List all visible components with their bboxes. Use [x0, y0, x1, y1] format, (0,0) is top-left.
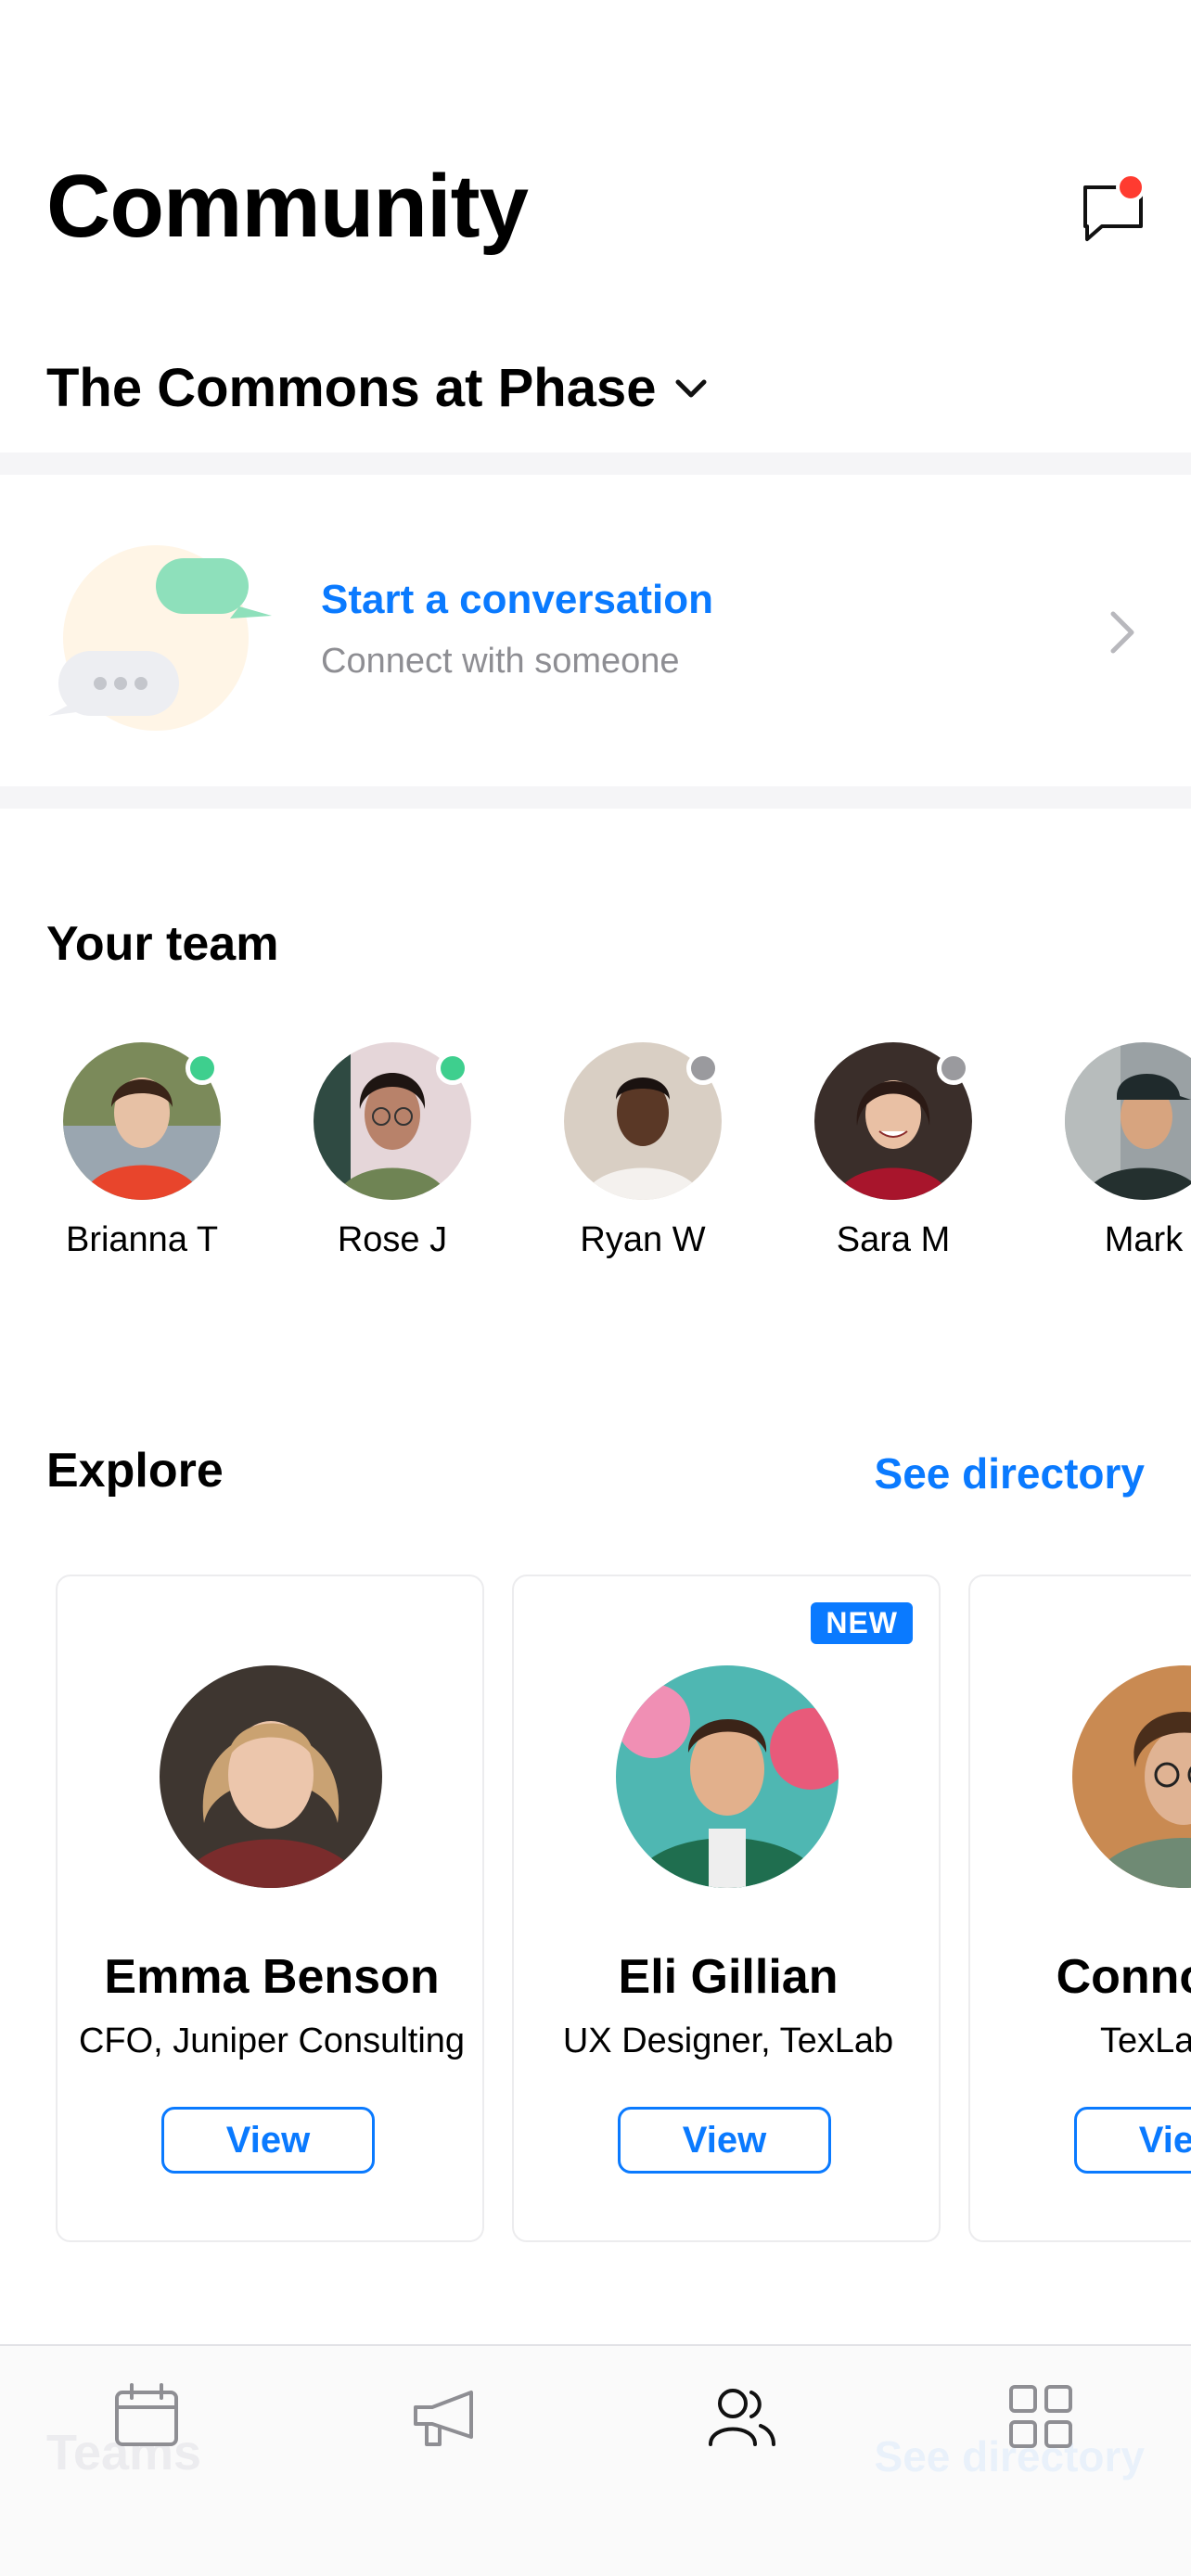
card-name: Eli Gillian: [618, 1950, 839, 2004]
explore-carousel: Emma Benson CFO, Juniper Consulting View…: [56, 1575, 1191, 2242]
profile-card[interactable]: NEW Eli Gillian UX Designer, TexLab View: [512, 1575, 941, 2242]
member-name: Mark: [1104, 1220, 1184, 1259]
member-name: Ryan W: [580, 1220, 706, 1259]
chat-bubbles-icon: [48, 545, 272, 731]
see-directory-link[interactable]: See directory: [875, 1448, 1145, 1498]
status-online-dot: [436, 1052, 469, 1085]
new-badge: NEW: [811, 1602, 913, 1644]
avatar: [1065, 1042, 1191, 1200]
bottom-tab-bar: Teams See directory: [0, 2344, 1191, 2576]
view-profile-button[interactable]: View: [161, 2107, 375, 2174]
section-divider: [0, 453, 1191, 475]
team-member[interactable]: Mark: [1065, 1042, 1191, 1274]
view-profile-button[interactable]: View: [1074, 2107, 1191, 2174]
team-section-title: Your team: [46, 917, 279, 971]
chevron-right-icon[interactable]: [1106, 606, 1139, 658]
card-name: Connor D: [1056, 1950, 1191, 2004]
card-name: Emma Benson: [104, 1950, 440, 2004]
section-divider: [0, 786, 1191, 809]
community-screen: Community The Commons at Phase Start a c…: [0, 0, 1191, 2576]
profile-card[interactable]: Connor D TexLab View: [968, 1575, 1191, 2242]
view-profile-button[interactable]: View: [618, 2107, 831, 2174]
start-conversation-card[interactable]: Start a conversation Connect with someon…: [0, 475, 1191, 786]
explore-section-title: Explore: [46, 1444, 224, 1498]
member-name: Sara M: [836, 1220, 951, 1259]
member-name: Brianna T: [65, 1220, 219, 1259]
avatar: [160, 1665, 382, 1888]
conversation-subtitle: Connect with someone: [321, 642, 680, 681]
card-role: UX Designer, TexLab: [562, 2021, 894, 2060]
people-icon[interactable]: [705, 2379, 779, 2454]
grid-icon[interactable]: [1004, 2379, 1078, 2454]
profile-card[interactable]: Emma Benson CFO, Juniper Consulting View: [56, 1575, 484, 2242]
avatar: [616, 1665, 839, 1888]
card-role: TexLab: [1100, 2021, 1191, 2060]
status-offline-dot: [937, 1052, 970, 1085]
avatar: [1072, 1665, 1191, 1888]
calendar-icon[interactable]: [109, 2379, 184, 2454]
card-role: CFO, Juniper Consulting: [78, 2021, 466, 2060]
conversation-title: Start a conversation: [321, 577, 714, 622]
notification-dot: [1116, 172, 1146, 202]
community-name: The Commons at Phase: [46, 358, 657, 418]
megaphone-icon[interactable]: [408, 2379, 482, 2454]
status-offline-dot: [686, 1052, 720, 1085]
chevron-down-icon: [675, 379, 707, 397]
page-title: Community: [46, 157, 529, 256]
community-selector[interactable]: The Commons at Phase: [46, 357, 710, 419]
status-online-dot: [186, 1052, 219, 1085]
team-list: Brianna T Rose J Ryan W Sara M Mark: [0, 1042, 1191, 1274]
member-name: Rose J: [337, 1220, 448, 1259]
